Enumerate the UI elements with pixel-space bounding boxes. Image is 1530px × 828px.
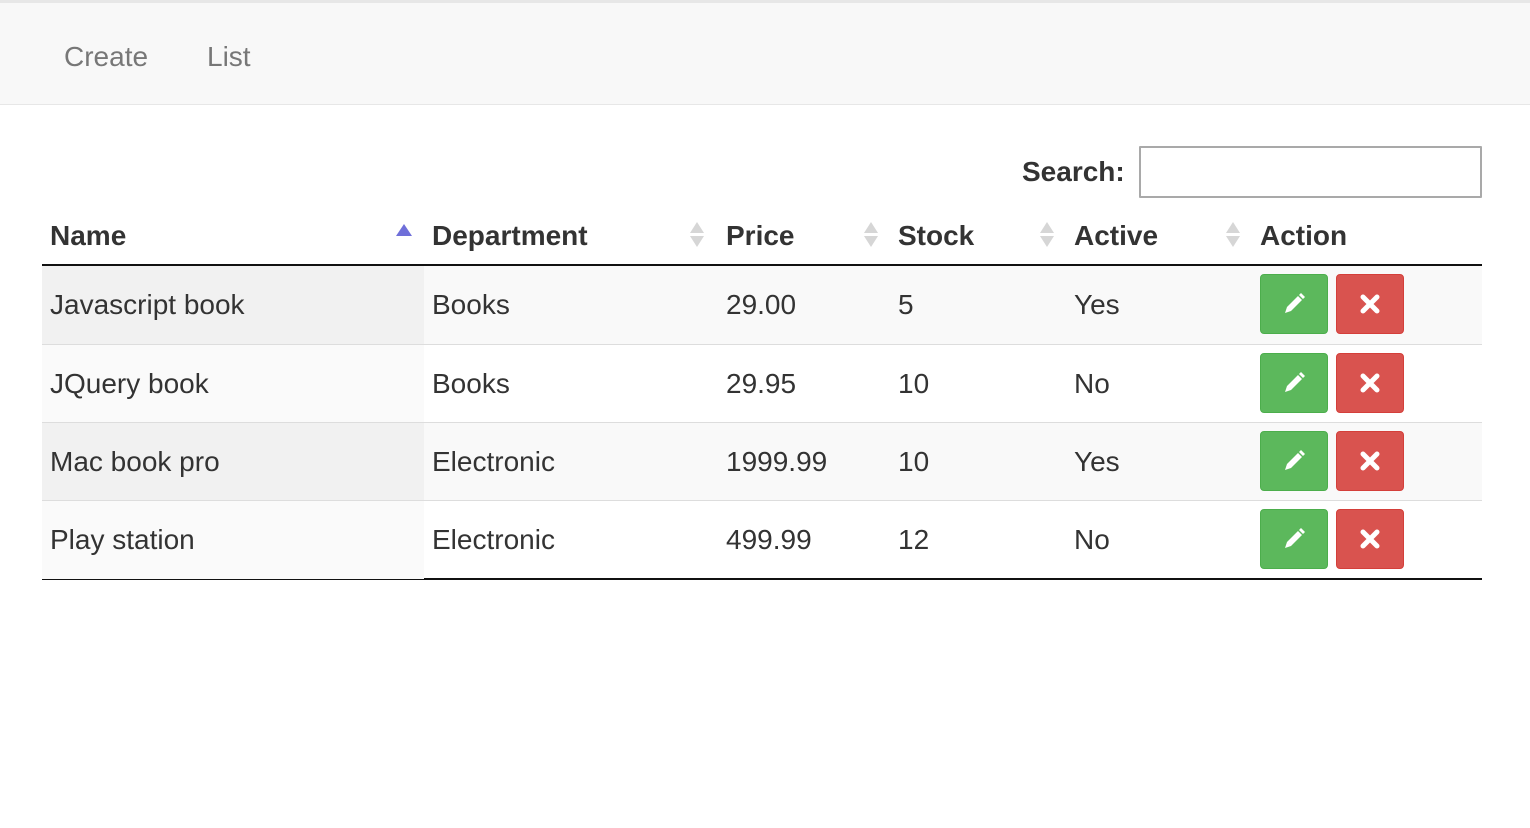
cell-department: Electronic (432, 446, 555, 477)
pencil-icon (1285, 528, 1305, 548)
close-icon (1360, 294, 1380, 314)
delete-button[interactable] (1336, 431, 1404, 491)
cell-actions (1252, 423, 1482, 501)
cell-stock: 12 (898, 524, 930, 555)
close-icon (1360, 373, 1380, 393)
sort-ascending-icon (396, 220, 412, 250)
sort-both-icon (864, 220, 878, 250)
cell-department: Electronic (432, 524, 555, 555)
table-body: Javascript book Books 29.00 5 Yes JQuery… (42, 266, 1482, 580)
cell-name: Javascript book (42, 266, 424, 344)
table-row: Play station Electronic 499.99 12 No (42, 500, 1482, 579)
cell-name: Play station (42, 501, 424, 579)
delete-button[interactable] (1336, 353, 1404, 413)
cell-actions (1252, 345, 1482, 423)
cell-name: JQuery book (42, 345, 424, 423)
pencil-icon (1285, 450, 1305, 470)
cell-active: Yes (1074, 289, 1120, 320)
cell-stock: 10 (898, 446, 930, 477)
column-header-department[interactable]: Department (424, 208, 718, 264)
table-row: JQuery book Books 29.95 10 No (42, 344, 1482, 423)
nav-create-link[interactable]: Create (64, 41, 148, 73)
close-icon (1360, 451, 1380, 471)
cell-price: 29.00 (726, 289, 797, 320)
column-header-action: Action (1260, 220, 1348, 251)
cell-department: Books (432, 368, 510, 399)
column-header-stock[interactable]: Stock (890, 208, 1066, 264)
search-label: Search: (1022, 156, 1125, 187)
nav-list-link[interactable]: List (207, 41, 251, 73)
edit-button[interactable] (1260, 509, 1328, 569)
cell-active: No (1074, 368, 1110, 399)
search-input[interactable] (1139, 146, 1482, 198)
edit-button[interactable] (1260, 353, 1328, 413)
column-header-price[interactable]: Price (718, 208, 890, 264)
cell-price: 499.99 (726, 524, 812, 555)
cell-department: Books (432, 289, 510, 320)
delete-button[interactable] (1336, 509, 1404, 569)
cell-actions (1252, 501, 1482, 579)
close-icon (1360, 529, 1380, 549)
sort-both-icon (1226, 220, 1240, 250)
sort-both-icon (690, 220, 704, 250)
cell-active: Yes (1074, 446, 1120, 477)
cell-price: 29.95 (726, 368, 797, 399)
cell-name: Mac book pro (42, 423, 424, 501)
edit-button[interactable] (1260, 274, 1328, 334)
cell-price: 1999.99 (726, 446, 828, 477)
table-row: Mac book pro Electronic 1999.99 10 Yes (42, 422, 1482, 501)
pencil-icon (1285, 372, 1305, 392)
pencil-icon (1285, 293, 1305, 313)
cell-actions (1252, 266, 1482, 344)
table-row: Javascript book Books 29.00 5 Yes (42, 266, 1482, 344)
edit-button[interactable] (1260, 431, 1328, 491)
cell-active: No (1074, 524, 1110, 555)
sort-both-icon (1040, 220, 1054, 250)
column-header-name[interactable]: Name (42, 208, 424, 264)
table-header: Name Department Price Stock Active Actio… (42, 208, 1482, 266)
cell-stock: 5 (898, 289, 914, 320)
data-table: Name Department Price Stock Active Actio… (42, 208, 1482, 580)
cell-stock: 10 (898, 368, 930, 399)
column-header-active[interactable]: Active (1066, 208, 1252, 264)
delete-button[interactable] (1336, 274, 1404, 334)
navbar: Create List (0, 0, 1530, 105)
